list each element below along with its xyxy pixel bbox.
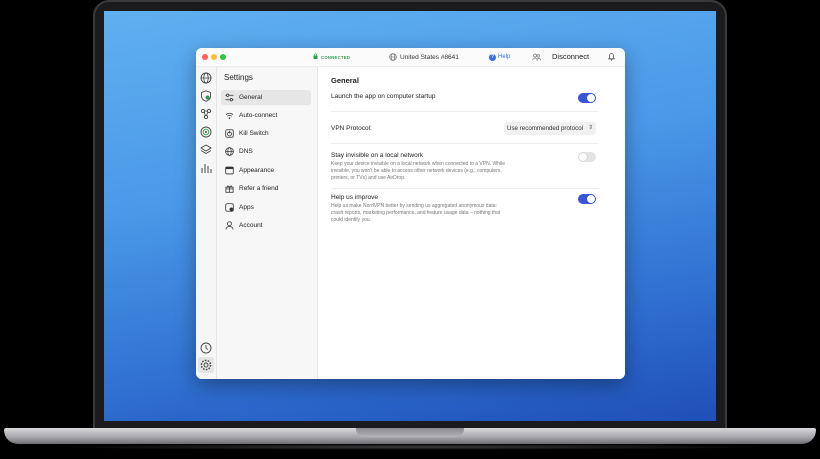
sidebar-item-label: Kill Switch [239,130,269,137]
vpn-protocol-select[interactable]: Use recommended protocol ⇕ [504,122,596,135]
server-name[interactable]: United States #8641 [400,54,459,61]
meshnet-icon[interactable] [532,53,541,61]
sidebar-item-label: Refer a friend [239,185,279,192]
sidebar-item-label: Account [239,222,263,229]
user-icon [225,221,234,230]
sliders-icon [225,93,234,102]
kill-switch-icon [225,129,234,138]
launch-on-startup-label: Launch the app on computer startup [331,93,436,100]
sidebar-item-account[interactable]: Account [221,218,311,233]
sidebar-item-general[interactable]: General [221,90,311,105]
sidebar-item-refer-a-friend[interactable]: Refer a friend [221,181,311,196]
help-improve-description: Help us make NordVPN better by sending u… [331,203,501,223]
help-link[interactable]: Help [498,54,510,60]
title-bar: CONNECTED United States #8641 ? Help Dis… [196,48,625,67]
sidebar-item-kill-switch[interactable]: Kill Switch [221,126,311,141]
sidebar-item-label: Apps [239,204,254,211]
close-window-button[interactable] [202,54,208,60]
sidebar-item-label: DNS [239,148,253,155]
minimize-window-button[interactable] [211,54,217,60]
nav-shield-icon[interactable] [200,89,212,102]
stay-invisible-toggle[interactable] [578,152,596,162]
bell-icon[interactable] [608,53,615,61]
wifi-icon [225,112,234,120]
globe-icon [225,147,234,156]
navigation-rail [196,67,217,379]
launch-on-startup-toggle[interactable] [578,93,596,103]
nav-support-icon[interactable] [200,341,212,354]
settings-content: General Launch the app on computer start… [318,67,625,379]
window-icon [225,166,234,175]
nav-layers-icon[interactable] [200,143,212,155]
vpn-protocol-label: VPN Protocol: [331,125,372,132]
stay-invisible-label: Stay invisible on a local network [331,152,424,159]
nav-globe-icon[interactable] [200,71,212,84]
sidebar-item-label: General [239,94,263,101]
help-icon[interactable]: ? [489,53,496,61]
divider [331,111,599,112]
sidebar-item-apps[interactable]: Apps [221,200,311,215]
help-improve-toggle[interactable] [578,194,596,204]
apps-icon [225,203,234,212]
chevron-updown-icon: ⇕ [587,125,593,131]
lock-icon [313,53,318,59]
settings-sidebar: Settings General Auto-connect Kill Switc… [217,67,318,379]
connection-status: CONNECTED [321,54,351,60]
stay-invisible-description: Keep your device invisible on a local ne… [331,161,505,181]
sidebar-title: Settings [224,73,253,82]
sidebar-item-auto-connect[interactable]: Auto-connect [221,108,311,123]
sidebar-item-label: Appearance [239,167,275,174]
nav-threat-protection-icon[interactable] [200,125,212,138]
zoom-window-button[interactable] [220,54,226,60]
globe-icon [389,53,397,61]
app-window: CONNECTED United States #8641 ? Help Dis… [196,48,625,379]
nav-stats-icon[interactable] [200,161,212,173]
laptop-notch [356,428,464,437]
laptop-shadow [40,444,780,450]
nav-settings-icon[interactable] [198,357,214,373]
help-improve-label: Help us improve [331,194,378,201]
disconnect-button[interactable]: Disconnect [552,52,589,61]
divider [331,188,599,189]
gift-icon [225,185,234,193]
vpn-protocol-value: Use recommended protocol [507,125,584,132]
section-title: General [331,76,359,85]
divider [331,143,599,144]
sidebar-item-label: Auto-connect [239,112,278,119]
sidebar-item-appearance[interactable]: Appearance [221,163,311,178]
nav-meshnet-icon[interactable] [200,107,212,120]
sidebar-item-dns[interactable]: DNS [221,144,311,159]
